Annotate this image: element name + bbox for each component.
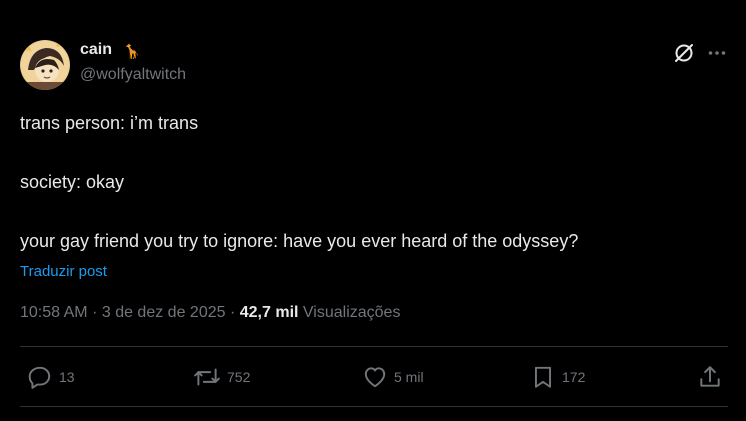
share-button[interactable] xyxy=(697,363,729,391)
bookmark-button[interactable]: 172 xyxy=(530,363,585,391)
reply-button[interactable]: 13 xyxy=(27,363,75,391)
like-button[interactable]: 5 mil xyxy=(362,363,424,391)
author-name-emoji: 🦒 xyxy=(123,43,141,59)
reply-icon xyxy=(28,366,51,389)
author-handle[interactable]: @wolfyaltwitch xyxy=(80,66,186,84)
avatar[interactable] xyxy=(20,40,70,90)
views-count: 42,7 mil xyxy=(239,304,303,321)
like-count: 5 mil xyxy=(394,369,424,385)
author-display-name[interactable]: cain xyxy=(80,41,112,59)
post-text-line: society: okay xyxy=(20,172,125,192)
post: cain 🦒 @wolfyaltwitch trans person: i’m … xyxy=(0,0,746,421)
avatar-image xyxy=(20,40,70,90)
share-icon xyxy=(700,366,720,387)
like-icon xyxy=(364,367,386,388)
translate-post-link[interactable]: Traduzir post xyxy=(20,263,107,280)
more-icon[interactable] xyxy=(707,43,727,63)
post-text-line: trans person: i’m trans xyxy=(20,113,199,133)
reply-count: 13 xyxy=(59,369,75,385)
divider xyxy=(20,346,728,347)
divider xyxy=(20,406,728,407)
bookmark-count: 172 xyxy=(562,369,586,385)
views-label: Visualizações xyxy=(302,304,401,321)
post-meta: 10:58 AM · 3 de dez de 2025 · 42,7 mil V… xyxy=(20,304,400,322)
post-text-line: your gay friend you try to ignore: have … xyxy=(20,231,579,251)
bookmark-icon xyxy=(534,366,552,388)
grok-icon[interactable] xyxy=(673,42,695,64)
meta-separator: · xyxy=(92,304,102,321)
repost-count: 752 xyxy=(227,369,251,385)
post-time[interactable]: 10:58 AM xyxy=(20,304,88,321)
post-date[interactable]: 3 de dez de 2025 xyxy=(102,304,226,321)
repost-button[interactable]: 752 xyxy=(193,363,250,391)
meta-separator: · xyxy=(229,304,240,321)
repost-icon xyxy=(194,368,220,386)
